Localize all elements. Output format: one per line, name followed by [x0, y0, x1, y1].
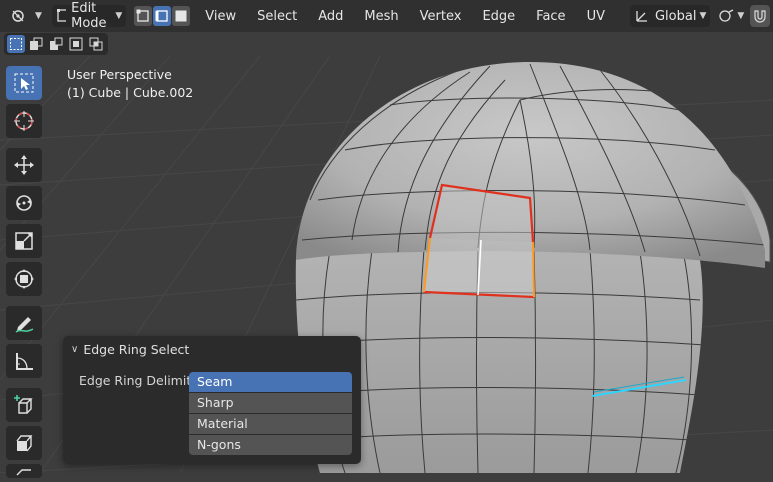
menu-vertex[interactable]: Vertex	[420, 9, 462, 24]
edit-mode-icon	[56, 9, 67, 22]
rotate-icon	[16, 195, 32, 211]
add-cube-icon	[14, 395, 33, 414]
delimit-option-seam[interactable]: Seam	[189, 372, 352, 392]
vertex-select-button[interactable]	[134, 6, 153, 26]
select-box-mode-group	[4, 33, 108, 55]
snap-toggle[interactable]	[750, 5, 771, 27]
menu-view[interactable]: View	[205, 9, 236, 24]
orientation-icon	[636, 11, 647, 22]
perspective-label: User Perspective	[67, 67, 172, 82]
select-new-icon	[10, 38, 22, 50]
chevron-down-icon: ∨	[71, 343, 79, 355]
delimit-label: Edge Ring Delimit	[79, 373, 192, 388]
select-invert-button[interactable]	[67, 35, 85, 53]
mode-selector[interactable]: Edit Mode ▼	[51, 1, 127, 31]
chevron-down-icon: ▼	[115, 11, 123, 21]
chevron-down-icon: ▼	[699, 11, 707, 21]
menu-mesh[interactable]: Mesh	[364, 9, 398, 24]
object-info-label: (1) Cube | Cube.002	[67, 85, 194, 100]
edge-select-icon	[155, 10, 168, 22]
tool-extrude[interactable]	[6, 426, 42, 460]
select-intersect-icon	[89, 37, 103, 51]
pivot-point-button[interactable]: ▼	[714, 5, 748, 27]
panel-header[interactable]: ∨ Edge Ring Select	[63, 336, 361, 362]
menu-face[interactable]: Face	[536, 9, 565, 24]
delimit-option-ngons[interactable]: N-gons	[189, 435, 352, 455]
move-icon	[14, 155, 34, 175]
select-new-button[interactable]	[7, 35, 25, 53]
select-subtract-button[interactable]	[47, 35, 65, 53]
delimit-options: Seam Sharp Material N-gons	[189, 372, 352, 456]
select-intersect-button[interactable]	[87, 35, 105, 53]
menu-uv[interactable]: UV	[587, 9, 605, 24]
select-subtract-icon	[50, 37, 63, 50]
transform-icon	[14, 269, 34, 289]
magnet-icon	[754, 10, 766, 23]
tool-shelf	[6, 66, 46, 482]
annotate-pencil-icon	[15, 317, 34, 333]
menu-add[interactable]: Add	[318, 9, 343, 24]
face-select-button[interactable]	[172, 6, 191, 26]
tool-add-cube[interactable]	[6, 388, 42, 422]
orientation-label: Global	[654, 8, 697, 24]
tool-select-box[interactable]	[6, 66, 42, 100]
select-invert-icon	[69, 37, 83, 51]
delimit-option-sharp[interactable]: Sharp	[189, 393, 352, 413]
panel-title: Edge Ring Select	[83, 341, 190, 357]
select-extend-icon	[30, 37, 43, 50]
vertex-select-icon	[136, 9, 149, 22]
edge-select-button[interactable]	[153, 6, 172, 26]
select-extend-button[interactable]	[27, 35, 45, 53]
selected-edge-ring	[423, 183, 535, 299]
tool-annotate[interactable]	[6, 306, 42, 340]
tool-transform[interactable]	[6, 262, 42, 296]
select-mode-group	[134, 6, 191, 26]
tool-rotate[interactable]	[6, 186, 42, 220]
cursor-icon	[14, 111, 34, 131]
editor-type-button[interactable]: ▼	[6, 5, 46, 27]
scale-icon	[15, 232, 33, 250]
inset-icon	[16, 469, 31, 476]
face-select-icon	[175, 10, 187, 22]
pivot-point-icon	[719, 9, 734, 22]
measure-ruler-icon	[16, 353, 33, 370]
operator-panel: ∨ Edge Ring Select Edge Ring Delimit Sea…	[63, 336, 361, 464]
tool-measure[interactable]	[6, 344, 42, 378]
menu-select[interactable]: Select	[257, 9, 297, 24]
delimit-option-material[interactable]: Material	[189, 414, 352, 434]
chevron-down-icon: ▼	[35, 11, 42, 21]
tool-header	[0, 32, 773, 56]
tool-scale[interactable]	[6, 224, 42, 258]
viewport-info: User Perspective (1) Cube | Cube.002	[67, 66, 193, 102]
menu-edge[interactable]: Edge	[482, 9, 515, 24]
chevron-down-icon: ▼	[737, 11, 745, 21]
tool-extrude-more[interactable]	[6, 464, 42, 478]
transform-orientation-selector[interactable]: Global ▼	[629, 5, 711, 27]
extrude-icon	[16, 435, 33, 452]
header-menu: View Select Add Mesh Vertex Edge Face UV	[205, 9, 626, 24]
select-box-icon	[14, 73, 34, 93]
mode-label: Edit Mode	[71, 1, 107, 31]
tool-move[interactable]	[6, 148, 42, 182]
tool-cursor[interactable]	[6, 104, 42, 138]
editor-type-icon	[12, 10, 24, 22]
viewport-header: ▼ Edit Mode ▼ View Select Add Mesh Verte…	[0, 0, 773, 32]
